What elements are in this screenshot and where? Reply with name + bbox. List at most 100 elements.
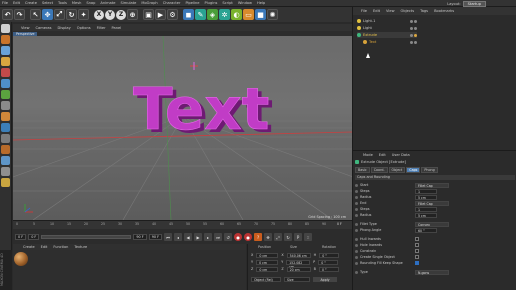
- menu-mesh[interactable]: Mesh: [72, 1, 81, 5]
- param-key-icon[interactable]: P: [294, 233, 303, 241]
- end-radius-field[interactable]: 5 cm: [415, 212, 437, 218]
- locked-workplane-icon[interactable]: [1, 145, 10, 154]
- keyframe-selection-icon[interactable]: ?: [254, 233, 263, 241]
- menu-window[interactable]: Window: [238, 1, 252, 5]
- viewport-menu-panel[interactable]: Panel: [112, 26, 122, 30]
- menu-simulate[interactable]: Simulate: [120, 1, 136, 5]
- goto-start-icon[interactable]: ⏮: [164, 233, 173, 241]
- om-menu-file[interactable]: File: [361, 9, 367, 13]
- scale-icon[interactable]: ⤢: [54, 9, 65, 20]
- position-z-field[interactable]: 0 cm: [256, 266, 279, 272]
- point-level-key-icon[interactable]: ⁙: [304, 233, 313, 241]
- visibility-dots[interactable]: [410, 40, 417, 44]
- live-select-icon[interactable]: ↖: [30, 9, 41, 20]
- start-cap-select[interactable]: Fillet Cap: [415, 182, 449, 188]
- light-icon[interactable]: ✺: [267, 9, 278, 20]
- start-frame-field[interactable]: 0 F: [15, 234, 27, 240]
- visibility-dots[interactable]: [410, 33, 417, 37]
- viewport-menu-cameras[interactable]: Cameras: [36, 26, 52, 30]
- object-row-light1[interactable]: Light.1: [357, 18, 417, 24]
- object-row-light[interactable]: Light: [357, 25, 417, 31]
- visibility-dots[interactable]: [410, 19, 417, 23]
- menu-mograph[interactable]: MoGraph: [141, 1, 157, 5]
- size-z-field[interactable]: 20 cm: [286, 266, 311, 272]
- pen-icon[interactable]: ✎: [195, 9, 206, 20]
- fillet-type-select[interactable]: Convex: [415, 221, 449, 227]
- visibility-dots[interactable]: [410, 26, 417, 30]
- menu-snap[interactable]: Snap: [86, 1, 95, 5]
- apply-button[interactable]: Apply: [313, 276, 337, 282]
- hull-inwards-checkbox[interactable]: [415, 237, 419, 241]
- solo-icon[interactable]: [1, 167, 10, 176]
- record-icon[interactable]: ●: [234, 233, 243, 241]
- goto-end-icon[interactable]: ⏭: [214, 233, 223, 241]
- enable-axis-icon[interactable]: [1, 101, 10, 110]
- object-axis-gizmo[interactable]: [190, 62, 198, 70]
- timeline-ruler[interactable]: 0 5 10 15 20 25 30 35 40 45 50 55 60 65 …: [13, 221, 352, 229]
- keep-shape-checkbox[interactable]: [415, 261, 419, 265]
- menu-character[interactable]: Character: [163, 1, 181, 5]
- points-mode-icon[interactable]: [1, 68, 10, 77]
- tab-phong[interactable]: Phong: [421, 167, 438, 173]
- position-key-icon[interactable]: ✥: [264, 233, 273, 241]
- tab-caps[interactable]: Caps: [406, 167, 421, 173]
- tab-object[interactable]: Object: [388, 167, 406, 173]
- material-menu-function[interactable]: Function: [53, 245, 68, 249]
- extruded-text-object[interactable]: Text: [133, 75, 270, 144]
- current-frame-field[interactable]: 0 F: [28, 234, 40, 240]
- om-menu-bookmarks[interactable]: Bookmarks: [434, 9, 454, 13]
- coord-mode-select[interactable]: Object (Rel): [251, 276, 281, 282]
- rotation-b-field[interactable]: 0 °: [318, 266, 339, 272]
- cube-icon[interactable]: ◼: [183, 9, 194, 20]
- tweak-mode-icon[interactable]: [1, 112, 10, 121]
- frame-range-slider[interactable]: [41, 235, 132, 239]
- size-mode-select[interactable]: Size: [284, 276, 310, 282]
- menu-plugins[interactable]: Plugins: [205, 1, 218, 5]
- position-y-field[interactable]: 0 cm: [256, 259, 279, 265]
- rotation-h-field[interactable]: 0 °: [319, 252, 340, 258]
- subdivision-icon[interactable]: ◈: [207, 9, 218, 20]
- rotation-p-field[interactable]: 0 °: [318, 259, 339, 265]
- om-menu-view[interactable]: View: [386, 9, 395, 13]
- rotate-icon[interactable]: ↻: [66, 9, 77, 20]
- prev-key-icon[interactable]: ◂: [174, 233, 183, 241]
- axis-mode-icon[interactable]: [1, 57, 10, 66]
- size-x-field[interactable]: 540.06 cm: [286, 252, 311, 258]
- render-view-icon[interactable]: ▶: [155, 9, 166, 20]
- end-steps-field[interactable]: 1: [415, 206, 437, 212]
- object-row-text[interactable]: Text: [363, 39, 417, 45]
- max-frame-field[interactable]: 90 F: [133, 234, 147, 240]
- menu-help[interactable]: Help: [257, 1, 265, 5]
- menu-edit[interactable]: Edit: [13, 1, 20, 5]
- menu-file[interactable]: File: [2, 1, 8, 5]
- make-editable-icon[interactable]: [1, 24, 10, 33]
- next-key-icon[interactable]: ▸: [204, 233, 213, 241]
- menu-create[interactable]: Create: [25, 1, 37, 5]
- menu-script[interactable]: Script: [222, 1, 232, 5]
- object-row-extrude[interactable]: Extrude: [357, 32, 417, 38]
- single-object-checkbox[interactable]: [415, 255, 419, 259]
- constrain-checkbox[interactable]: [415, 249, 419, 253]
- undo-icon[interactable]: ↶: [2, 9, 13, 20]
- start-steps-field[interactable]: 1: [415, 188, 437, 194]
- recent-tools-icon[interactable]: ✦: [78, 9, 89, 20]
- start-radius-field[interactable]: 5 cm: [415, 194, 437, 200]
- end-cap-select[interactable]: Fillet Cap: [415, 200, 449, 206]
- rotation-key-icon[interactable]: ↻: [284, 233, 293, 241]
- attr-menu-mode[interactable]: Mode: [363, 153, 373, 157]
- array-icon[interactable]: ✲: [219, 9, 230, 20]
- edges-mode-icon[interactable]: [1, 79, 10, 88]
- model-mode-icon[interactable]: [1, 35, 10, 44]
- floor-icon[interactable]: ▭: [243, 9, 254, 20]
- snapping-icon[interactable]: [1, 123, 10, 132]
- material-manager-area[interactable]: [13, 250, 246, 290]
- workplane-icon[interactable]: [1, 134, 10, 143]
- menu-pipeline[interactable]: Pipeline: [185, 1, 199, 5]
- end-frame-field[interactable]: 90 F: [148, 234, 163, 240]
- autokey-icon[interactable]: ●: [244, 233, 253, 241]
- viewport-menu-filter[interactable]: Filter: [97, 26, 106, 30]
- viewport-menu-options[interactable]: Options: [77, 26, 91, 30]
- move-icon[interactable]: ✥: [42, 9, 53, 20]
- redo-icon[interactable]: ↷: [14, 9, 25, 20]
- material-menu-edit[interactable]: Edit: [41, 245, 48, 249]
